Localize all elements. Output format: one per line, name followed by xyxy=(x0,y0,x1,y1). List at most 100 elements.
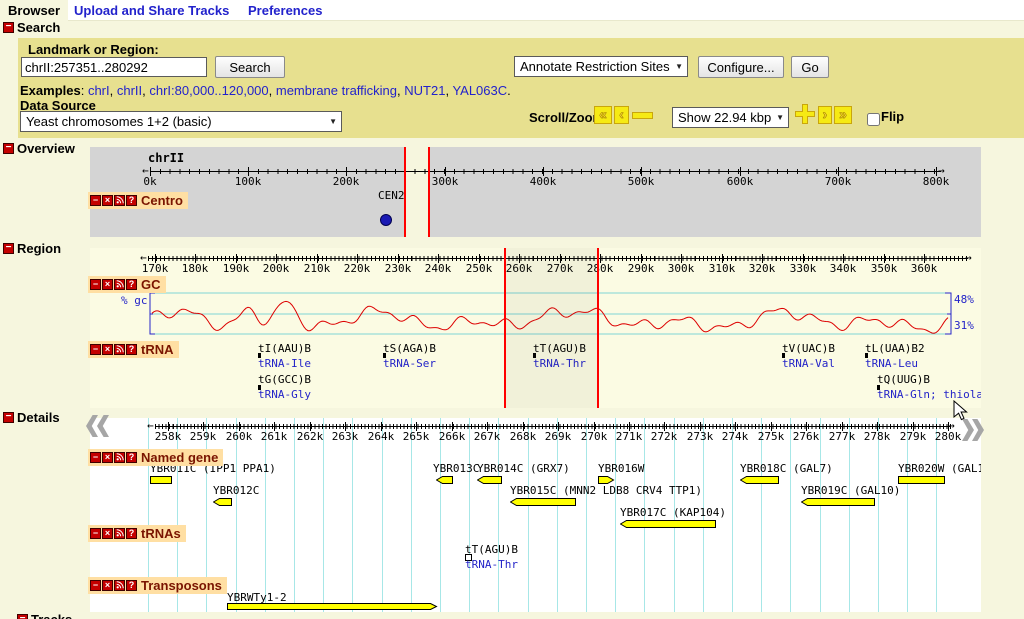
trna-feature-id[interactable]: tV(UAC)B xyxy=(782,343,835,355)
flip-checkbox[interactable] xyxy=(867,113,880,126)
trna-feature-id[interactable]: tT(AGU)B xyxy=(465,544,518,556)
example-link[interactable]: chrI:80,000..120,000 xyxy=(149,83,268,98)
example-link[interactable]: chrII xyxy=(117,83,142,98)
track-label-centromere[interactable]: −×?Centro xyxy=(88,192,188,209)
trna-feature-name[interactable]: tRNA-Gly xyxy=(258,389,311,401)
datasource-select[interactable]: Yeast chromosomes 1+2 (basic) ▼ xyxy=(20,111,342,132)
centromere-dot[interactable] xyxy=(380,214,392,226)
zoom-out-button[interactable] xyxy=(632,112,653,119)
share-icon[interactable] xyxy=(114,195,125,206)
gene-feature-glyph[interactable] xyxy=(510,498,577,507)
scroll-far-right-button[interactable]: » xyxy=(834,106,852,124)
collapse-icon[interactable]: − xyxy=(3,412,14,423)
gene-feature-glyph[interactable] xyxy=(213,498,233,507)
collapse-icon[interactable]: − xyxy=(90,528,101,539)
search-button[interactable]: Search xyxy=(215,56,285,78)
example-link[interactable]: chrI xyxy=(88,83,110,98)
trna-feature-id[interactable]: tI(AAU)B xyxy=(258,343,311,355)
collapse-icon[interactable]: − xyxy=(3,243,14,254)
landmark-input[interactable] xyxy=(21,57,207,77)
trna-feature-name[interactable]: tRNA-Thr xyxy=(465,559,518,571)
scroll-right-button[interactable]: › xyxy=(818,106,832,124)
collapse-icon[interactable]: − xyxy=(3,22,14,33)
close-icon[interactable]: × xyxy=(102,580,113,591)
gene-feature-glyph[interactable] xyxy=(150,476,173,485)
gene-feature-glyph[interactable] xyxy=(436,476,454,485)
trna-feature-id[interactable]: tS(AGA)B xyxy=(383,343,436,355)
collapse-icon[interactable]: − xyxy=(90,452,101,463)
share-icon[interactable] xyxy=(114,344,125,355)
gene-feature-glyph[interactable] xyxy=(477,476,503,485)
gene-feature-glyph[interactable] xyxy=(801,498,876,507)
close-icon[interactable]: × xyxy=(102,195,113,206)
gridline xyxy=(352,418,353,612)
trna-feature-name[interactable]: tRNA-Ser xyxy=(383,358,436,370)
trna-feature-name[interactable]: tRNA-Val xyxy=(782,358,835,370)
collapse-icon[interactable]: − xyxy=(17,614,28,619)
close-icon[interactable]: × xyxy=(102,344,113,355)
ruler-tick-label: 261k xyxy=(261,431,288,443)
example-link[interactable]: YAL063C xyxy=(452,83,507,98)
gene-feature-label[interactable]: YBR013C xyxy=(433,463,479,475)
scroll-far-left-button[interactable]: « xyxy=(594,106,612,124)
gene-feature-glyph[interactable] xyxy=(898,476,946,485)
close-icon[interactable]: × xyxy=(102,452,113,463)
tab-preferences[interactable]: Preferences xyxy=(240,0,330,21)
scroll-left-button[interactable]: ‹ xyxy=(614,106,629,124)
trna-feature-id[interactable]: tQ(UUG)B xyxy=(877,374,930,386)
help-icon[interactable]: ? xyxy=(126,279,137,290)
share-icon[interactable] xyxy=(114,452,125,463)
help-icon[interactable]: ? xyxy=(126,344,137,355)
track-label-gc[interactable]: −×?GC xyxy=(88,276,166,293)
example-link[interactable]: membrane trafficking xyxy=(276,83,397,98)
help-icon[interactable]: ? xyxy=(126,528,137,539)
help-icon[interactable]: ? xyxy=(126,580,137,591)
close-icon[interactable]: × xyxy=(102,279,113,290)
go-button[interactable]: Go xyxy=(791,56,829,78)
collapse-icon[interactable]: − xyxy=(90,344,101,355)
zoom-level-select[interactable]: Show 22.94 kbp ▼ xyxy=(672,107,789,128)
trna-feature-id[interactable]: tG(GCC)B xyxy=(258,374,311,386)
ruler-tick-label: 268k xyxy=(510,431,537,443)
track-label-transposons[interactable]: −×?Transposons xyxy=(88,577,227,594)
share-icon[interactable] xyxy=(114,528,125,539)
collapse-icon[interactable]: − xyxy=(90,195,101,206)
gene-feature-label[interactable]: YBR017C (KAP104) xyxy=(620,507,726,519)
example-link[interactable]: NUT21 xyxy=(404,83,445,98)
collapse-icon[interactable]: − xyxy=(3,143,14,154)
centromere-label[interactable]: CEN2 xyxy=(378,190,405,202)
configure-button[interactable]: Configure... xyxy=(698,56,784,78)
close-icon[interactable]: × xyxy=(102,528,113,539)
tab-browser[interactable]: Browser xyxy=(0,0,68,21)
gene-feature-label[interactable]: YBR012C xyxy=(213,485,259,497)
ruler-tick-label: 273k xyxy=(687,431,714,443)
trna-feature-id[interactable]: tL(UAA)B2 xyxy=(865,343,925,355)
share-icon[interactable] xyxy=(114,279,125,290)
transposon-feature-glyph[interactable] xyxy=(227,603,438,611)
help-icon[interactable]: ? xyxy=(126,195,137,206)
gene-feature-glyph[interactable] xyxy=(740,476,780,485)
gene-feature-label[interactable]: YBR019C (GAL10) xyxy=(801,485,900,497)
section-label: Region xyxy=(17,241,61,256)
gene-feature-glyph[interactable] xyxy=(620,520,717,529)
gene-feature-glyph[interactable] xyxy=(598,476,615,485)
track-label-trna[interactable]: −×?tRNA xyxy=(88,341,179,358)
share-icon[interactable] xyxy=(114,580,125,591)
trna-feature-name[interactable]: tRNA-Ile xyxy=(258,358,311,370)
gene-feature-label[interactable]: YBR020W (GAL1) xyxy=(898,463,981,475)
gene-feature-label[interactable]: YBR016W xyxy=(598,463,644,475)
gene-feature-label[interactable]: YBR015C (MNN2 LDB8 CRV4 TTP1) xyxy=(510,485,702,497)
tab-bar: Browser Upload and Share Tracks Preferen… xyxy=(0,0,1024,21)
overview-selection-band xyxy=(404,147,428,237)
gene-feature-label[interactable]: YBR014C (GRX7) xyxy=(477,463,570,475)
gene-feature-label[interactable]: YBR018C (GAL7) xyxy=(740,463,833,475)
zoom-in-button[interactable] xyxy=(793,102,817,131)
trna-feature-name[interactable]: tRNA-Leu xyxy=(865,358,918,370)
tab-upload-share-tracks[interactable]: Upload and Share Tracks xyxy=(66,0,237,21)
collapse-icon[interactable]: − xyxy=(90,279,101,290)
help-icon[interactable]: ? xyxy=(126,452,137,463)
track-label-named-gene[interactable]: −×?Named gene xyxy=(88,449,223,466)
annotate-select[interactable]: Annotate Restriction Sites ▼ xyxy=(514,56,688,77)
collapse-icon[interactable]: − xyxy=(90,580,101,591)
track-label-trnas[interactable]: −×?tRNAs xyxy=(88,525,186,542)
